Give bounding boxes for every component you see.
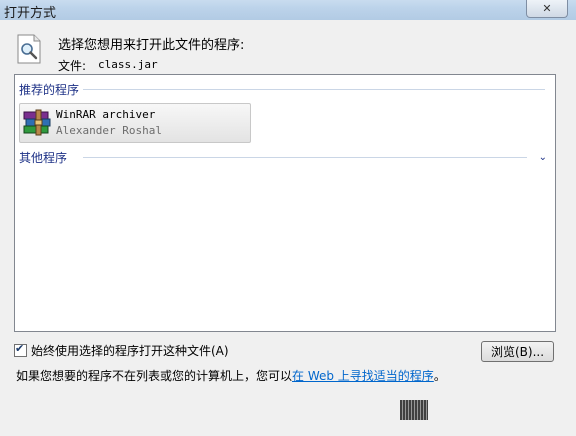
program-list[interactable]: 推荐的程序 WinRAR archiver Alexander Roshal 其…: [14, 74, 556, 332]
winrar-icon: [23, 109, 51, 136]
help-text-suffix: 。: [433, 369, 446, 383]
close-button[interactable]: ✕: [526, 0, 568, 18]
group-header-recommended[interactable]: 推荐的程序: [19, 81, 79, 97]
group-divider: [83, 89, 545, 90]
program-publisher: Alexander Roshal: [56, 124, 162, 137]
help-text: 如果您想要的程序不在列表或您的计算机上，您可以在 Web 上寻找适当的程序。: [16, 367, 446, 384]
program-item-winrar[interactable]: WinRAR archiver Alexander Roshal: [19, 103, 251, 143]
file-label: 文件:: [58, 59, 87, 73]
group-header-other-label: 其他程序: [19, 150, 68, 165]
chevron-down-icon[interactable]: ⌄: [539, 152, 547, 163]
dialog-prompt: 选择您想用来打开此文件的程序:: [58, 38, 245, 53]
find-on-web-link[interactable]: 在 Web 上寻找适当的程序: [292, 369, 434, 383]
group-header-other[interactable]: 其他程序: [19, 149, 67, 165]
dialog-body: 选择您想用来打开此文件的程序: 文件: class.jar 推荐的程序 WinR…: [0, 20, 576, 436]
file-name: class.jar: [98, 58, 158, 71]
close-icon: ✕: [542, 2, 552, 15]
browse-button[interactable]: 浏览(B)...: [481, 341, 554, 362]
program-name: WinRAR archiver: [56, 108, 156, 121]
always-use-option[interactable]: ✔ 始终使用选择的程序打开这种文件(A): [14, 342, 229, 359]
always-use-checkbox[interactable]: ✔: [14, 342, 27, 357]
always-use-label: 始终使用选择的程序打开这种文件(A): [31, 344, 229, 358]
file-search-icon: [17, 34, 41, 64]
group-divider: [83, 157, 527, 158]
group-header-recommended-label: 推荐的程序: [19, 82, 80, 97]
title-bar: 打开方式 ✕: [0, 0, 576, 21]
help-text-prefix: 如果您想要的程序不在列表或您的计算机上，您可以: [16, 369, 293, 383]
checkmark-icon: ✔: [15, 342, 25, 355]
watermark-image: [400, 400, 428, 420]
window-title: 打开方式: [4, 6, 57, 21]
